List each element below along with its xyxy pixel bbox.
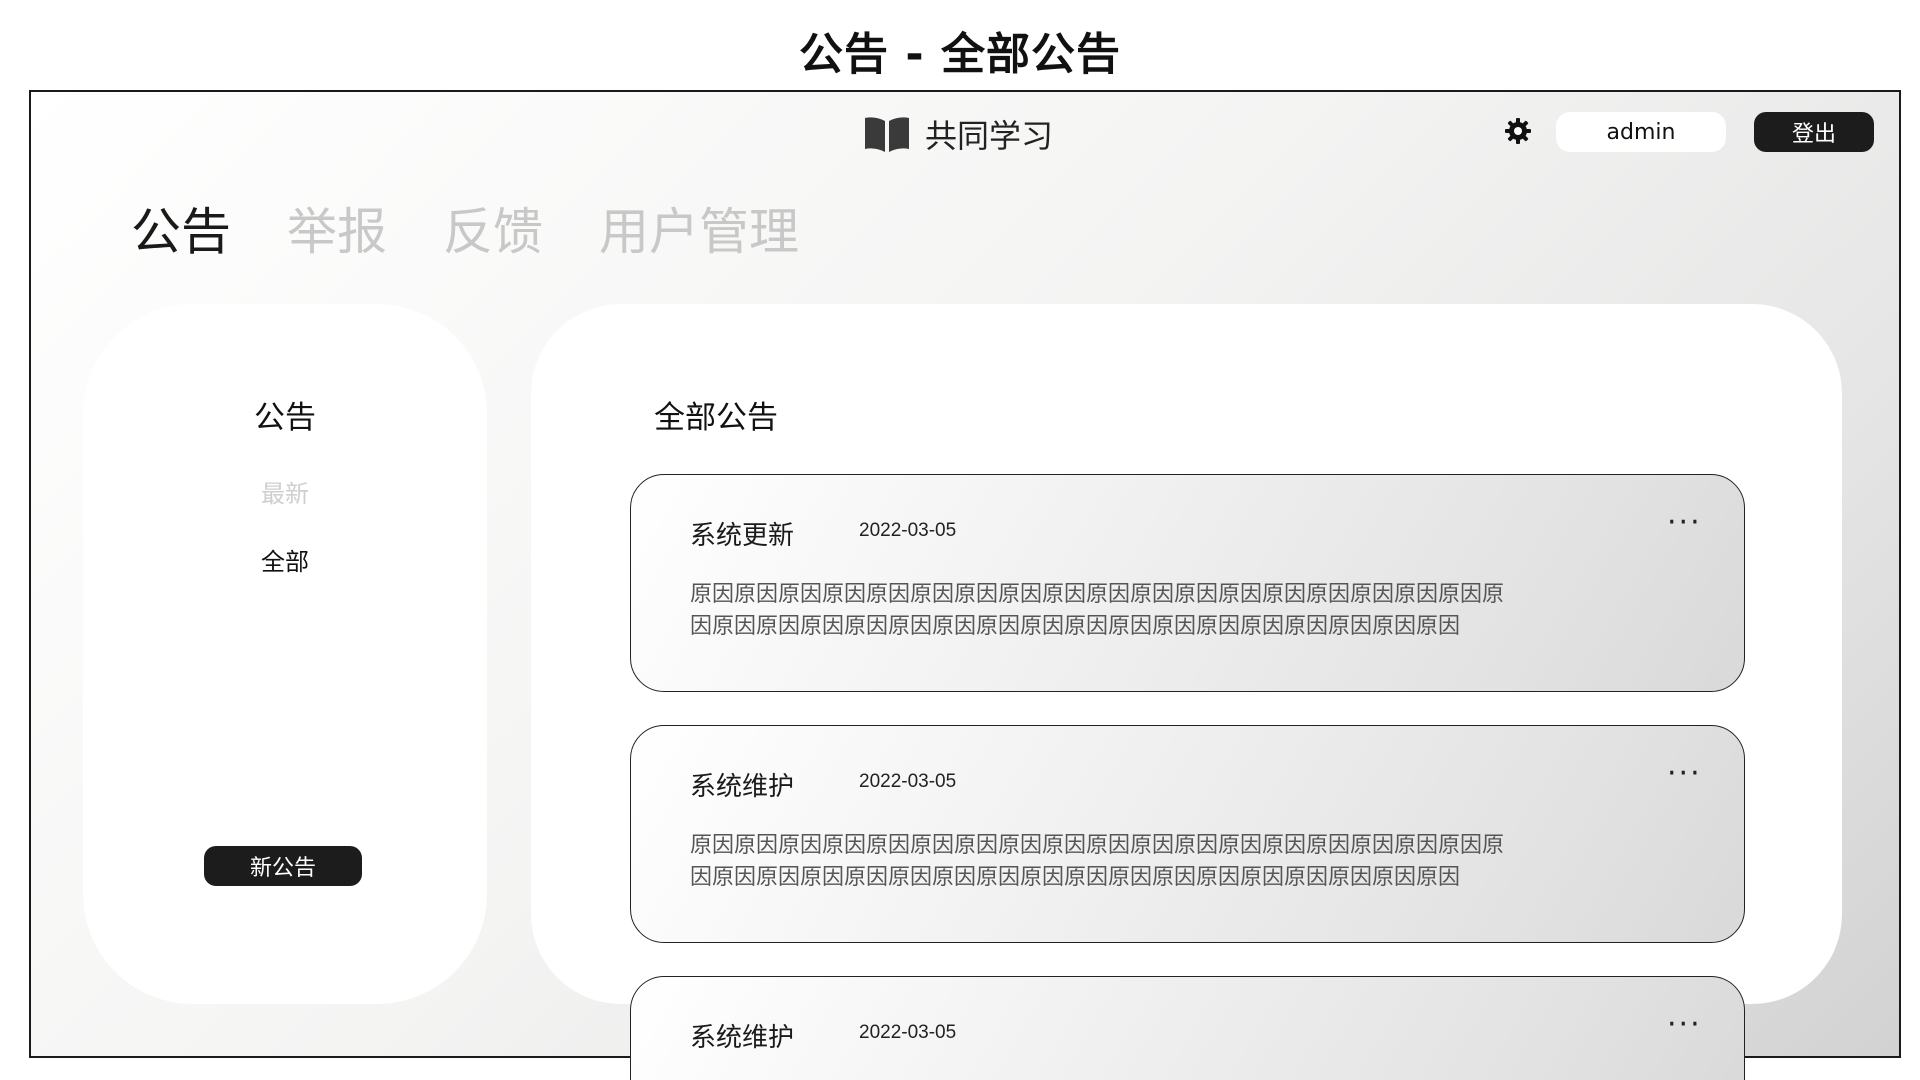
- app-window: 共同学习 admin 登出 公告 举报 反馈 用户管理 公告 最新 全部 新公告…: [29, 90, 1901, 1080]
- gear-icon: [1504, 117, 1532, 149]
- settings-button[interactable]: [1501, 116, 1535, 150]
- main-panel: 全部公告 系统更新 2022-03-05 ··· 原因原因原因原因原因原因原因原…: [531, 304, 1842, 1080]
- announcement-date: 2022-03-05: [859, 520, 957, 541]
- sidebar-item-latest[interactable]: 最新: [83, 480, 487, 508]
- brand-name: 共同学习: [925, 117, 1054, 155]
- tab-user-management[interactable]: 用户管理: [599, 192, 799, 264]
- sidebar-menu: 最新 全部: [83, 480, 487, 616]
- new-announcement-button[interactable]: 新公告: [204, 846, 362, 886]
- announcement-body: 原因原因原因原因原因原因原因原因原因原因原因原因原因原因原因原因原因原因原因原因…: [690, 582, 1505, 639]
- username-display[interactable]: admin: [1556, 112, 1726, 152]
- announcement-card[interactable]: 系统更新 2022-03-05 ··· 原因原因原因原因原因原因原因原因原因原因…: [630, 474, 1745, 692]
- open-book-icon: [863, 114, 911, 154]
- announcement-card[interactable]: 系统维护 2022-03-05 ··· 原因原因原因原因原因原因原因原因原因原因…: [630, 725, 1745, 943]
- sidebar-title: 公告: [254, 400, 316, 436]
- main-nav: 公告 举报 反馈 用户管理: [131, 192, 799, 264]
- tab-reports[interactable]: 举报: [287, 192, 387, 264]
- announcement-date: 2022-03-05: [859, 771, 957, 792]
- more-options-button[interactable]: ···: [1667, 505, 1702, 540]
- logout-button[interactable]: 登出: [1754, 112, 1874, 152]
- page-title: 公告 - 全部公告: [799, 29, 1121, 80]
- more-options-button[interactable]: ···: [1667, 756, 1702, 791]
- section-title: 全部公告: [654, 400, 778, 436]
- brand[interactable]: 共同学习: [863, 114, 1054, 155]
- announcement-body: 原因原因原因原因原因原因原因原因原因原因原因原因原因原因原因原因原因原因原因原因…: [690, 833, 1505, 890]
- announcement-card[interactable]: 系统维护 2022-03-05 ···: [630, 976, 1745, 1080]
- announcement-title: 系统维护: [690, 772, 795, 802]
- tab-feedback[interactable]: 反馈: [443, 192, 543, 264]
- announcement-title: 系统维护: [690, 1023, 795, 1053]
- announcement-date: 2022-03-05: [859, 1022, 957, 1043]
- announcement-title: 系统更新: [690, 521, 795, 551]
- tab-announcements[interactable]: 公告: [131, 192, 231, 264]
- sidebar-item-all[interactable]: 全部: [83, 548, 487, 576]
- more-options-button[interactable]: ···: [1667, 1007, 1702, 1042]
- sidebar-panel: 公告 最新 全部 新公告: [83, 304, 487, 1004]
